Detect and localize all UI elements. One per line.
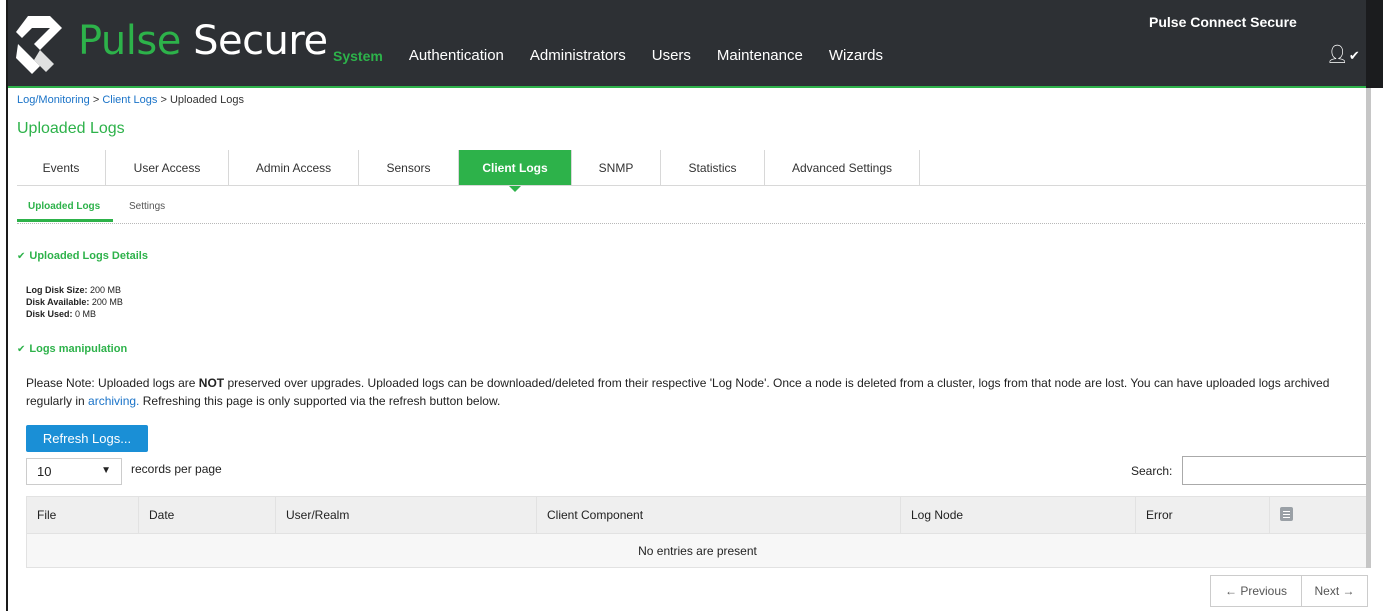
tab-advanced-settings[interactable]: Advanced Settings [765, 150, 920, 185]
header-scrollbar-area [1366, 0, 1383, 88]
breadcrumb: Log/Monitoring > Client Logs > Uploaded … [17, 94, 244, 106]
user-icon: 👤︎ [1326, 44, 1349, 64]
breadcrumb-separator: > [92, 94, 100, 106]
previous-page-button[interactable]: ← Previous [1210, 575, 1302, 607]
vertical-scrollbar[interactable] [1366, 88, 1371, 568]
column-client-component[interactable]: Client Component [536, 496, 901, 534]
brand-pulse: Pulse [78, 18, 181, 64]
section-uploaded-logs-details[interactable]: ✔︎ Uploaded Logs Details [17, 250, 148, 262]
disk-used-label: Disk Used: [26, 309, 73, 319]
disk-available-label: Disk Available: [26, 297, 90, 307]
user-menu-button[interactable]: 👤︎✔︎ [1326, 44, 1360, 65]
breadcrumb-separator: > [160, 94, 167, 106]
chevron-down-icon: ✔︎ [17, 344, 26, 355]
header-accent-line [8, 86, 1370, 88]
next-page-button[interactable]: Next → [1302, 575, 1368, 607]
log-disk-size-label: Log Disk Size: [26, 285, 88, 295]
section-logs-manipulation[interactable]: ✔︎ Logs manipulation [17, 343, 127, 355]
log-disk-size-row: Log Disk Size: 200 MB [26, 284, 123, 296]
tab-statistics[interactable]: Statistics [661, 150, 765, 185]
caret-down-icon: ▼ [101, 465, 111, 476]
page-title: Uploaded Logs [17, 120, 125, 137]
nav-administrators[interactable]: Administrators [530, 47, 626, 64]
tab-user-access[interactable]: User Access [106, 150, 229, 185]
uploaded-logs-table: File Date User/Realm Client Component Lo… [26, 496, 1369, 568]
tab-client-logs[interactable]: Client Logs [459, 150, 572, 192]
archiving-link[interactable]: archiving. [88, 394, 139, 408]
column-user-realm[interactable]: User/Realm [275, 496, 537, 534]
nav-users[interactable]: Users [652, 47, 691, 64]
disk-used-value: 0 MB [75, 309, 97, 319]
note-text: Refreshing this page is only supported v… [139, 394, 501, 408]
subtab-uploaded-logs[interactable]: Uploaded Logs [28, 201, 100, 212]
column-file[interactable]: File [26, 496, 139, 534]
search-label: Search: [1131, 464, 1173, 478]
breadcrumb-client-logs[interactable]: Client Logs [102, 94, 157, 106]
search-input[interactable] [1182, 456, 1368, 485]
tab-sensors[interactable]: Sensors [359, 150, 459, 185]
brand-secure: Secure [193, 18, 328, 64]
table-header-row: File Date User/Realm Client Component Lo… [26, 496, 1369, 534]
disk-used-row: Disk Used: 0 MB [26, 308, 123, 320]
subtab-settings[interactable]: Settings [129, 201, 165, 212]
tab-admin-access[interactable]: Admin Access [229, 150, 359, 185]
table-row: No entries are present [26, 533, 1369, 568]
note-emphasis: NOT [198, 376, 225, 390]
nav-authentication[interactable]: Authentication [409, 47, 504, 64]
product-name: Pulse Connect Secure [1149, 14, 1297, 30]
log-disk-size-value: 200 MB [90, 285, 122, 295]
subtab-active-underline [17, 219, 113, 222]
subtab-divider [17, 223, 1367, 224]
disk-info: Log Disk Size: 200 MB Disk Available: 20… [26, 284, 123, 320]
nav-system[interactable]: System [333, 48, 383, 64]
tab-events[interactable]: Events [17, 150, 106, 185]
records-per-page-value: 10 [37, 464, 52, 479]
note-text: Please Note: Uploaded logs are [26, 376, 199, 390]
refresh-logs-button[interactable]: Refresh Logs... [26, 425, 148, 452]
trash-icon[interactable] [1280, 506, 1293, 521]
pulse-secure-logo-icon [16, 16, 62, 74]
main-nav: System Authentication Administrators Use… [333, 47, 909, 64]
disk-available-row: Disk Available: 200 MB [26, 296, 123, 308]
column-delete[interactable] [1269, 496, 1369, 534]
brand-name: Pulse Secure [78, 18, 328, 64]
tabs-divider [17, 185, 1367, 186]
section-heading: Logs manipulation [29, 343, 128, 355]
chevron-down-icon: ✔︎ [1348, 48, 1360, 63]
records-per-page-label: records per page [131, 462, 222, 476]
column-log-node[interactable]: Log Node [900, 496, 1136, 534]
section-heading: Uploaded Logs Details [29, 250, 148, 262]
breadcrumb-log-monitoring[interactable]: Log/Monitoring [17, 94, 90, 106]
column-error[interactable]: Error [1135, 496, 1270, 534]
upgrade-note: Please Note: Uploaded logs are NOT prese… [26, 374, 1369, 410]
column-date[interactable]: Date [138, 496, 276, 534]
log-tabs: Events User Access Admin Access Sensors … [17, 150, 920, 192]
records-per-page-select[interactable]: 10 ▼ [26, 458, 122, 485]
breadcrumb-current: Uploaded Logs [169, 94, 244, 106]
disk-available-value: 200 MB [91, 297, 123, 307]
nav-wizards[interactable]: Wizards [829, 47, 883, 64]
empty-table-message: No entries are present [26, 533, 1369, 568]
chevron-down-icon: ✔︎ [17, 251, 26, 262]
window-border [6, 0, 8, 611]
tab-snmp[interactable]: SNMP [572, 150, 661, 185]
nav-maintenance[interactable]: Maintenance [717, 47, 803, 64]
